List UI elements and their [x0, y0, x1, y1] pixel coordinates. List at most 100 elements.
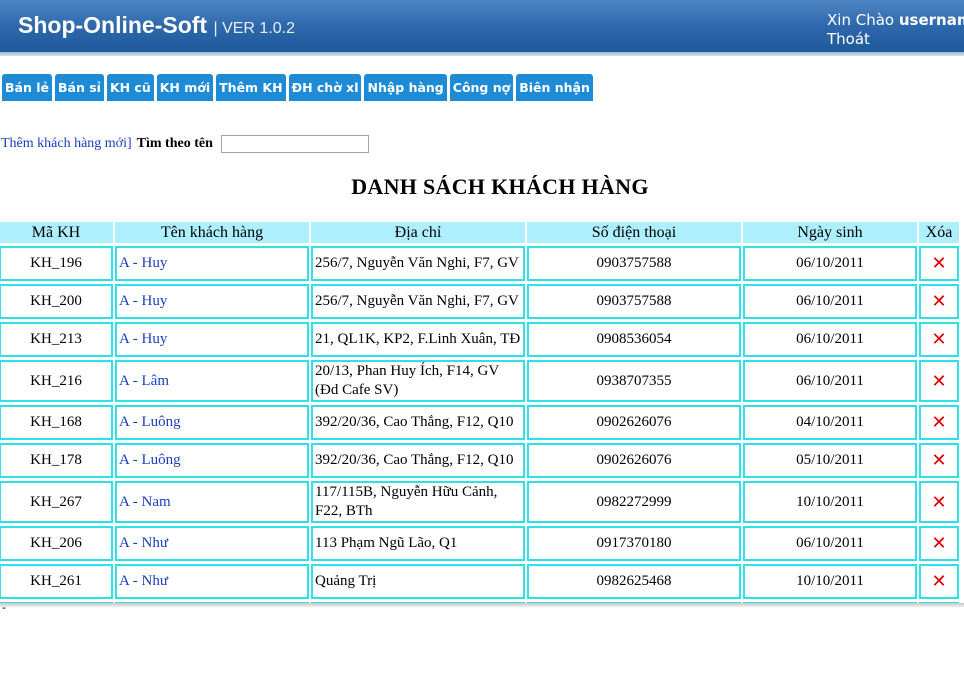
nav-button[interactable]: KH mới	[156, 74, 214, 101]
cross-icon[interactable]: ✕	[931, 492, 946, 513]
table-header-row: Mã KH Tên khách hàng Địa chỉ Số điện tho…	[0, 222, 959, 243]
customer-name-link[interactable]: A - Huy	[115, 322, 309, 357]
cell-id: KH_178	[0, 443, 113, 478]
nav-button[interactable]: Biên nhận	[516, 74, 593, 101]
cell-phone: 0903757588	[527, 246, 741, 281]
customer-name-link[interactable]: A - Như	[115, 526, 309, 561]
cell-phone: 0982625468	[527, 564, 741, 599]
cross-icon[interactable]: ✕	[931, 371, 946, 392]
table-row: KH_178 A - Luông 392/20/36, Cao Thắng, F…	[0, 443, 959, 478]
cell-delete: ✕	[919, 284, 959, 319]
nav-button[interactable]: Bán lẻ	[2, 74, 52, 101]
cell-id: KH_196	[0, 246, 113, 281]
cell-id: KH_206	[0, 526, 113, 561]
table-row: KH_216 A - Lâm 20/13, Phan Huy Ích, F14,…	[0, 360, 959, 402]
cell-phone: 0938707355	[527, 360, 741, 402]
cell-id: KH_200	[0, 284, 113, 319]
cross-icon[interactable]: ✕	[931, 412, 946, 433]
search-bar: Thêm khách hàng mới] Tìm theo tên	[1, 135, 369, 153]
table-bottom-divider	[0, 603, 964, 607]
cell-delete: ✕	[919, 322, 959, 357]
cell-id: KH_216	[0, 360, 113, 402]
customer-name-link[interactable]: A - Luông	[115, 443, 309, 478]
cell-delete: ✕	[919, 246, 959, 281]
nav-button[interactable]: KH cũ	[106, 74, 154, 101]
customer-name-link[interactable]: A - Như	[115, 564, 309, 599]
customer-name-link[interactable]: A - Nam	[115, 481, 309, 523]
cell-dob: 06/10/2011	[743, 246, 917, 281]
col-name-header: Tên khách hàng	[115, 222, 309, 243]
greeting-text: Xin Chào	[827, 11, 899, 29]
cell-dob: 05/10/2011	[743, 443, 917, 478]
cell-dob: 10/10/2011	[743, 564, 917, 599]
search-input[interactable]	[220, 135, 369, 153]
col-id-header: Mã KH	[0, 222, 113, 243]
logout-link[interactable]: Thoát	[827, 30, 964, 49]
cell-phone: 0902626076	[527, 443, 741, 478]
cross-icon[interactable]: ✕	[931, 533, 946, 554]
cell-address: 392/20/36, Cao Thắng, F12, Q10	[311, 405, 525, 440]
cross-icon[interactable]: ✕	[931, 253, 946, 274]
nav-button[interactable]: ĐH chờ xl	[288, 74, 362, 101]
cell-delete: ✕	[919, 443, 959, 478]
table-row: KH_200 A - Huy 256/7, Nguyễn Văn Nghi, F…	[0, 284, 959, 319]
app-header: Shop-Online-Soft | VER 1.0.2 Xin Chào us…	[0, 0, 964, 56]
cell-address: 117/115B, Nguyễn Hữu Cảnh, F22, BTh	[311, 481, 525, 523]
cell-delete: ✕	[919, 526, 959, 561]
cross-icon[interactable]: ✕	[931, 329, 946, 350]
table-row: KH_196 A - Huy 256/7, Nguyễn Văn Nghi, F…	[0, 246, 959, 281]
cell-address: 256/7, Nguyễn Văn Nghi, F7, GV	[311, 284, 525, 319]
table-row: KH_261 A - Như Quảng Trị 0982625468 10/1…	[0, 564, 959, 599]
nav-button[interactable]: Bán sỉ	[54, 74, 104, 101]
cell-delete: ✕	[919, 360, 959, 402]
cell-address: 256/7, Nguyễn Văn Nghi, F7, GV	[311, 246, 525, 281]
cross-icon[interactable]: ✕	[931, 571, 946, 592]
col-dob-header: Ngày sinh	[743, 222, 917, 243]
cell-delete: ✕	[919, 405, 959, 440]
footer-dash: -	[2, 600, 6, 614]
nav-button[interactable]: Nhập hàng	[364, 74, 447, 101]
table-row: KH_168 A - Luông 392/20/36, Cao Thắng, F…	[0, 405, 959, 440]
cross-icon[interactable]: ✕	[931, 450, 946, 471]
main-nav: Bán lẻ Bán sỉ KH cũ KH mới Thêm KH ĐH chờ xl N…	[2, 74, 593, 101]
cell-delete: ✕	[919, 481, 959, 523]
cell-address: 21, QL1K, KP2, F.Linh Xuân, TĐ	[311, 322, 525, 357]
page-title: DANH SÁCH KHÁCH HÀNG	[351, 174, 649, 199]
app-version: | VER 1.0.2	[213, 20, 295, 37]
cell-id: KH_168	[0, 405, 113, 440]
cross-icon[interactable]: ✕	[931, 291, 946, 312]
user-greeting: Xin Chào usernam Thoát	[827, 11, 964, 49]
cell-dob: 06/10/2011	[743, 322, 917, 357]
customer-name-link[interactable]: A - Huy	[115, 246, 309, 281]
cell-id: KH_261	[0, 564, 113, 599]
customer-name-link[interactable]: A - Lâm	[115, 360, 309, 402]
table-row: KH_267 A - Nam 117/115B, Nguyễn Hữu Cảnh…	[0, 481, 959, 523]
add-customer-link[interactable]: Thêm khách hàng mới]	[1, 136, 132, 152]
table-row: KH_213 A - Huy 21, QL1K, KP2, F.Linh Xuâ…	[0, 322, 959, 357]
cell-address: 113 Phạm Ngũ Lão, Q1	[311, 526, 525, 561]
customer-table-wrap[interactable]: Mã KH Tên khách hàng Địa chỉ Số điện tho…	[0, 219, 964, 603]
nav-button[interactable]: Công nợ	[449, 74, 514, 101]
nav-button[interactable]: Thêm KH	[216, 74, 286, 101]
cell-id: KH_213	[0, 322, 113, 357]
cell-phone: 0917370180	[527, 526, 741, 561]
cell-address: Quảng Trị	[311, 564, 525, 599]
search-label: Tìm theo tên	[136, 136, 213, 151]
app-title: Shop-Online-Soft | VER 1.0.2	[18, 12, 295, 39]
customer-table: Mã KH Tên khách hàng Địa chỉ Số điện tho…	[0, 219, 961, 603]
username: usernam	[898, 11, 964, 29]
table-row: KH_206 A - Như 113 Phạm Ngũ Lão, Q1 0917…	[0, 526, 959, 561]
cell-phone: 0982272999	[527, 481, 741, 523]
cell-phone: 0903757588	[527, 284, 741, 319]
col-phone-header: Số điện thoại	[527, 222, 741, 243]
cell-phone: 0902626076	[527, 405, 741, 440]
customer-name-link[interactable]: A - Huy	[115, 284, 309, 319]
cell-dob: 06/10/2011	[743, 284, 917, 319]
cell-address: 20/13, Phan Huy Ích, F14, GV (Đd Cafe SV…	[311, 360, 525, 402]
cell-id: KH_267	[0, 481, 113, 523]
cell-address: 392/20/36, Cao Thắng, F12, Q10	[311, 443, 525, 478]
cell-dob: 06/10/2011	[743, 526, 917, 561]
col-address-header: Địa chỉ	[311, 222, 525, 243]
customer-name-link[interactable]: A - Luông	[115, 405, 309, 440]
col-delete-header: Xóa	[919, 222, 959, 243]
